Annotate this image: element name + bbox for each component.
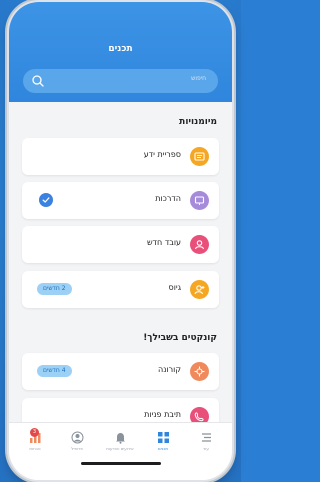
card-recruitment[interactable]: גיוס 2 חדשים xyxy=(22,271,219,308)
tab-label: עוד xyxy=(203,446,209,451)
card-label: קורונה xyxy=(158,365,181,374)
card-label: עובד חדש xyxy=(147,238,181,247)
bottom-tab-bar: 3 נוכחות פרופיל אירועים והודעות תכנים עו… xyxy=(9,422,232,480)
card-trainings[interactable]: הדרכות xyxy=(22,182,219,219)
tab-label: פרופיל xyxy=(71,446,83,451)
card-label: הדרכות xyxy=(155,194,181,203)
library-icon xyxy=(190,147,209,166)
tab-more[interactable]: עוד xyxy=(188,431,224,461)
grid-icon xyxy=(157,432,169,443)
tab-events[interactable]: אירועים והודעות xyxy=(102,431,138,461)
search-bar[interactable]: חיפוש xyxy=(23,69,218,93)
tab-label: אירועים והודעות xyxy=(106,446,134,451)
new-employee-icon xyxy=(190,235,209,254)
new-items-badge: 2 חדשים xyxy=(37,283,72,295)
card-new-employee[interactable]: עובד חדש xyxy=(22,226,219,263)
corona-icon xyxy=(190,362,209,381)
tab-attendance[interactable]: 3 נוכחות xyxy=(17,428,53,461)
card-label: ספריית ידע xyxy=(143,150,181,159)
recruitment-icon xyxy=(190,280,209,299)
training-icon xyxy=(190,191,209,210)
search-icon xyxy=(32,75,44,87)
tab-label: תכנים xyxy=(158,446,168,451)
header: תכנים חיפוש xyxy=(9,2,232,102)
tab-contents[interactable]: תכנים xyxy=(145,431,181,461)
section-title-skills: מיומנויות xyxy=(179,117,217,127)
card-label: גיוס xyxy=(168,283,181,292)
notification-badge: 3 xyxy=(30,428,39,437)
tab-label: נוכחות xyxy=(29,446,41,451)
new-items-badge: 4 חדשים xyxy=(37,365,72,377)
phone-frame: תכנים חיפוש מיומנויות ספריית ידע הדרכות xyxy=(9,2,232,480)
page-title: תכנים xyxy=(108,44,133,54)
tab-profile[interactable]: פרופיל xyxy=(59,431,95,461)
card-corona[interactable]: קורונה 4 חדשים xyxy=(22,353,219,390)
home-indicator xyxy=(81,462,161,465)
completed-check-icon xyxy=(39,193,53,207)
card-label: תיבת פניות xyxy=(144,410,181,419)
profile-icon xyxy=(71,431,83,444)
search-input[interactable]: חיפוש xyxy=(191,75,206,82)
card-knowledge-library[interactable]: ספריית ידע xyxy=(22,138,219,175)
section-title-for-you: קונקטים בשבילך! xyxy=(143,333,217,343)
menu-icon xyxy=(201,433,211,442)
bell-icon xyxy=(115,433,125,444)
